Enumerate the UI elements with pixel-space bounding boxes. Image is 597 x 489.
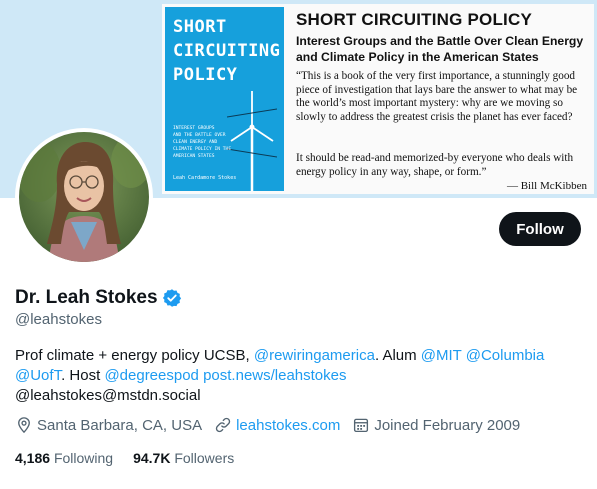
user-handle: @leahstokes	[15, 311, 102, 328]
join-date: Joined February 2009	[352, 416, 520, 434]
bio-line-3: @leahstokes@mstdn.social	[15, 387, 201, 404]
banner-quote-continued: It should be read-and memorized-by every…	[296, 152, 574, 178]
book-cover: SHORT CIRCUITING POLICY INTEREST GROUPS …	[165, 7, 284, 191]
banner-subtitle: Interest Groups and the Battle Over Clea…	[296, 34, 584, 64]
following-stat[interactable]: 4,186 Following	[15, 450, 113, 466]
location: Santa Barbara, CA, USA	[15, 416, 202, 434]
mention-columbia[interactable]: @Columbia	[466, 347, 545, 364]
website[interactable]: leahstokes.com	[214, 416, 340, 434]
mention-uoft[interactable]: @UofT	[15, 367, 61, 384]
profile-name-row: Dr. Leah Stokes	[15, 287, 182, 309]
profile-stats: 4,186 Following 94.7K Followers	[15, 450, 254, 466]
follow-button[interactable]: Follow	[499, 212, 581, 246]
mention-mit[interactable]: @MIT	[421, 347, 462, 364]
followers-count: 94.7K	[133, 450, 171, 466]
banner-title: SHORT CIRCUITING POLICY	[296, 10, 532, 29]
avatar-photo	[19, 132, 149, 262]
bio-line-1: Prof climate + energy policy UCSB, @rewi…	[15, 347, 545, 364]
mention-rewiringamerica[interactable]: @rewiringamerica	[254, 347, 375, 364]
avatar[interactable]	[15, 128, 153, 266]
profile-bio: Prof climate + energy policy UCSB, @rewi…	[15, 346, 585, 406]
website-link[interactable]: leahstokes.com	[236, 417, 340, 434]
followers-label: Followers	[174, 450, 235, 466]
link-icon	[215, 417, 231, 433]
book-cover-title: SHORT CIRCUITING POLICY	[173, 17, 281, 85]
following-count: 4,186	[15, 450, 51, 466]
followers-stat[interactable]: 94.7K Followers	[133, 450, 234, 466]
banner-quote: “This is a book of the very first import…	[296, 70, 578, 123]
profile-meta: Santa Barbara, CA, USA leahstokes.com Jo…	[15, 416, 532, 434]
bio-link-post-news[interactable]: post.news/leahstokes	[203, 367, 346, 384]
display-name: Dr. Leah Stokes	[15, 287, 158, 308]
calendar-icon	[354, 418, 369, 433]
location-pin-icon	[18, 417, 30, 434]
mention-degreespod[interactable]: @degreespod	[104, 367, 198, 384]
book-cover-subtitle: INTEREST GROUPS AND THE BATTLE OVER CLEA…	[173, 126, 232, 159]
following-label: Following	[53, 450, 114, 466]
bio-line-2: @UofT. Host @degreespod post.news/leahst…	[15, 367, 347, 384]
verified-badge-icon[interactable]	[162, 288, 182, 308]
banner-quote-author: — Bill McKibben	[506, 180, 587, 192]
book-cover-author: Leah Cardamore Stokes	[173, 175, 237, 181]
